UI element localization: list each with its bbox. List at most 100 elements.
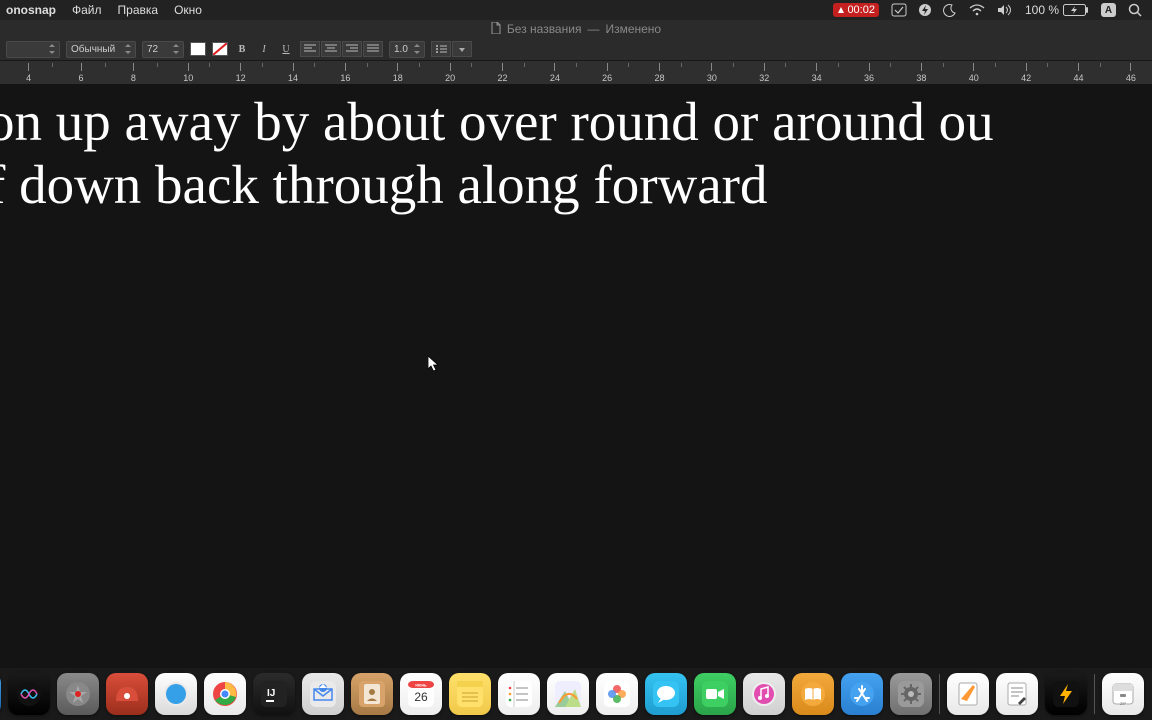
ruler-tick: 8 [131,61,136,85]
ruler-tick: 28 [655,61,665,85]
window-titlebar: Без названия — Изменено [0,20,1152,38]
dock-pages[interactable] [947,673,989,715]
screen-record-indicator[interactable]: 00:02 [833,3,879,17]
ruler-tick: 16 [340,61,350,85]
dock-ibooks[interactable] [792,673,834,715]
ruler-tick: 12 [236,61,246,85]
text-line-2: f down back through along forward [0,153,1152,216]
ruler[interactable]: 4681012141618202224262830323436384042444… [0,60,1152,86]
dock-photos[interactable] [596,673,638,715]
dock-archive[interactable]: ZIP [1102,673,1144,715]
ruler-tick: 46 [1126,61,1136,85]
dock-finder[interactable] [0,673,1,715]
menubar: onosnap Файл Правка Окно 00:02 100 % A [0,0,1152,20]
ruler-tick: 10 [183,61,193,85]
ruler-tick: 34 [812,61,822,85]
menuextra-icon-1[interactable] [891,3,907,17]
italic-button[interactable]: I [256,41,272,57]
alignment-group [300,41,383,57]
menu-edit[interactable]: Правка [118,3,159,17]
dock-chrome[interactable] [204,673,246,715]
title-separator: — [587,22,599,36]
style-label: Обычный [71,44,121,55]
font-family-selector[interactable] [6,41,60,58]
ruler-tick: 44 [1073,61,1083,85]
dock-separator [1094,674,1095,714]
moon-icon[interactable] [943,3,957,17]
dock-separator [939,674,940,714]
font-size-value: 72 [147,44,169,55]
dock-launchpad[interactable] [57,673,99,715]
ruler-tick: 20 [445,61,455,85]
svg-text:26: 26 [414,690,428,704]
ruler-tick: 6 [79,61,84,85]
menu-file[interactable]: Файл [72,3,102,17]
dock-mail[interactable] [302,673,344,715]
wifi-icon[interactable] [969,4,985,16]
dock-bolt-app[interactable] [1045,673,1087,715]
line-spacing-selector[interactable]: 1.0 [389,41,425,58]
spotlight-icon[interactable] [1128,3,1142,17]
bold-button[interactable]: B [234,41,250,57]
ruler-tick: 4 [26,61,31,85]
align-right-button[interactable] [342,41,362,57]
ruler-tick: 38 [916,61,926,85]
battery-status[interactable]: 100 % [1025,3,1089,17]
dock: IJ ИЮНЬ 26 ZIP [0,668,1152,720]
bolt-icon[interactable] [919,3,931,17]
dock-siri[interactable] [8,673,50,715]
battery-percent: 100 % [1025,3,1059,17]
ruler-tick: 18 [393,61,403,85]
highlight-color-swatch[interactable] [212,42,228,56]
svg-text:ИЮНЬ: ИЮНЬ [415,684,427,688]
ruler-tick: 40 [969,61,979,85]
ruler-tick: 22 [497,61,507,85]
document-title: Без названия [507,22,582,36]
font-size-selector[interactable]: 72 [142,41,184,58]
input-source[interactable]: A [1101,3,1116,17]
dock-reminders[interactable] [498,673,540,715]
svg-text:IJ: IJ [267,688,275,699]
ruler-tick: 36 [864,61,874,85]
document-icon [491,22,501,37]
dock-calendar[interactable]: ИЮНЬ 26 [400,673,442,715]
dock-monosnap[interactable] [106,673,148,715]
dock-contacts[interactable] [351,673,393,715]
dock-safari[interactable] [155,673,197,715]
rec-time: 00:02 [847,4,875,16]
ruler-tick: 26 [602,61,612,85]
text-line-1: on up away by about over round or around… [0,90,1152,153]
mouse-pointer-icon [428,356,440,372]
dock-appstore[interactable] [841,673,883,715]
menu-window[interactable]: Окно [174,3,202,17]
dock-textedit[interactable] [996,673,1038,715]
dock-intellij[interactable]: IJ [253,673,295,715]
ruler-tick: 14 [288,61,298,85]
document-canvas[interactable]: on up away by about over round or around… [0,84,1152,668]
dock-notes[interactable] [449,673,491,715]
dock-maps[interactable] [547,673,589,715]
ruler-tick: 32 [759,61,769,85]
volume-icon[interactable] [997,4,1013,16]
dock-itunes[interactable] [743,673,785,715]
align-justify-button[interactable] [363,41,383,57]
dock-messages[interactable] [645,673,687,715]
align-left-button[interactable] [300,41,320,57]
list-group [431,41,472,57]
text-color-swatch[interactable] [190,42,206,56]
ruler-tick: 30 [707,61,717,85]
spacing-value: 1.0 [394,44,410,55]
menubar-app-name[interactable]: onosnap [6,3,56,17]
underline-button[interactable]: U [278,41,294,57]
list-style-dropdown[interactable] [452,41,472,57]
style-selector[interactable]: Обычный [66,41,136,58]
align-center-button[interactable] [321,41,341,57]
dock-area: IJ ИЮНЬ 26 ZIP [0,668,1152,720]
svg-text:ZIP: ZIP [1120,701,1127,706]
dock-settings[interactable] [890,673,932,715]
format-toolbar: Обычный 72 B I U 1.0 [0,38,1152,61]
dock-facetime[interactable] [694,673,736,715]
document-status: Изменено [605,22,661,36]
ruler-tick: 24 [550,61,560,85]
bullet-list-button[interactable] [431,41,451,57]
